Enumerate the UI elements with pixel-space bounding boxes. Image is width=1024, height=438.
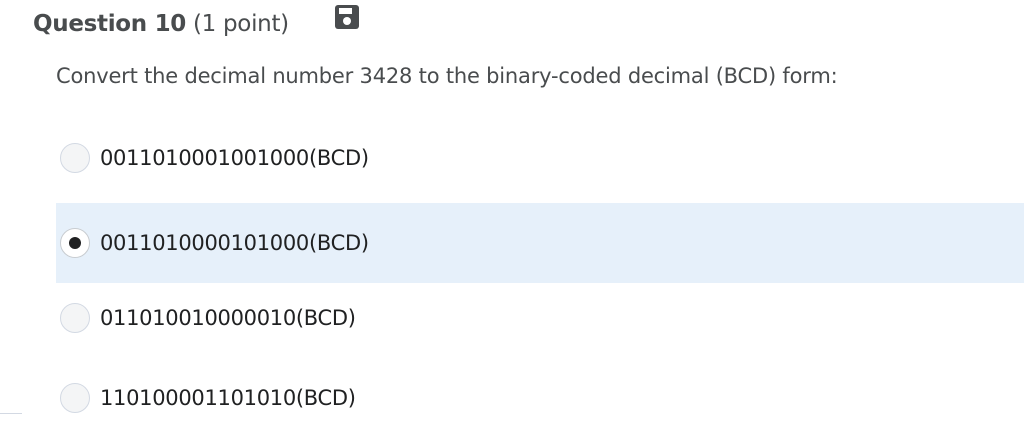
question-prompt: Convert the decimal number 3428 to the b… bbox=[56, 64, 838, 88]
question-title: Question 10 bbox=[33, 11, 186, 37]
answer-option-2[interactable]: 0011010000101000(BCD) bbox=[56, 203, 1024, 283]
answer-option-label: 0011010001001000(BCD) bbox=[100, 146, 369, 170]
question-header: Question 10 (1 point) bbox=[33, 6, 289, 42]
radio-button[interactable] bbox=[60, 303, 90, 333]
divider bbox=[0, 413, 22, 414]
answer-option-label: 0011010000101000(BCD) bbox=[100, 231, 369, 255]
answer-option-4[interactable]: 110100001101010(BCD) bbox=[56, 358, 1024, 438]
save-icon[interactable] bbox=[334, 4, 360, 30]
radio-button-selected[interactable] bbox=[60, 228, 90, 258]
radio-button[interactable] bbox=[60, 143, 90, 173]
answer-option-1[interactable]: 0011010001001000(BCD) bbox=[56, 118, 1024, 198]
radio-button[interactable] bbox=[60, 383, 90, 413]
answer-option-label: 011010010000010(BCD) bbox=[100, 306, 356, 330]
answer-option-label: 110100001101010(BCD) bbox=[100, 386, 356, 410]
question-points: (1 point) bbox=[192, 11, 289, 37]
answer-option-3[interactable]: 011010010000010(BCD) bbox=[56, 278, 1024, 358]
